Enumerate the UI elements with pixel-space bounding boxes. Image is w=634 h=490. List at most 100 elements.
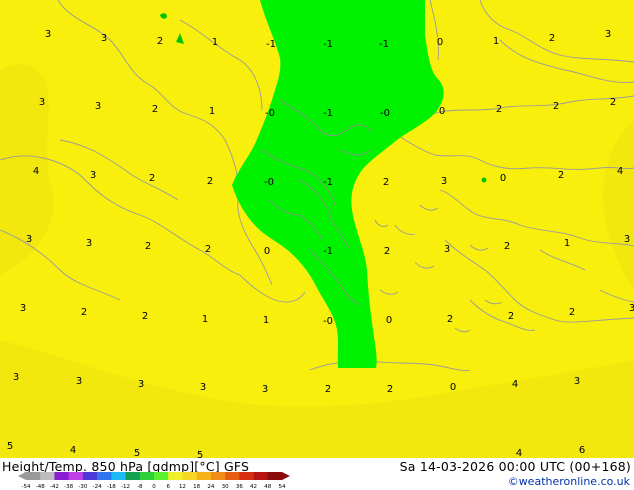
temperature-value-label: 2 bbox=[152, 104, 158, 115]
legend-swatch bbox=[253, 472, 269, 480]
legend-tick-label: -42 bbox=[50, 484, 59, 490]
legend-tick-label: 42 bbox=[250, 484, 257, 490]
legend-swatch bbox=[111, 472, 126, 480]
temperature-value-label: 3 bbox=[26, 234, 32, 245]
temperature-value-label: 0 bbox=[500, 173, 506, 184]
legend-swatch bbox=[182, 472, 197, 480]
legend-swatch bbox=[139, 472, 155, 480]
legend-tick-label: -48 bbox=[36, 484, 45, 490]
temperature-value-label: 2 bbox=[81, 307, 87, 318]
legend-swatch bbox=[168, 472, 183, 480]
footer: Height/Temp. 850 hPa [gdmp][°C] GFS Sa 1… bbox=[0, 458, 634, 490]
temperature-value-label: 2 bbox=[496, 104, 502, 115]
temperature-value-label: -1 bbox=[323, 246, 333, 257]
temperature-value-label: 2 bbox=[384, 246, 390, 257]
temperature-value-label: 3 bbox=[45, 29, 51, 40]
legend-tick-label: -24 bbox=[93, 484, 102, 490]
temperature-value-label: 2 bbox=[549, 33, 555, 44]
temperature-value-label: 2 bbox=[142, 311, 148, 322]
temperature-value-label: 3 bbox=[86, 238, 92, 249]
legend-tick-label: -8 bbox=[137, 484, 143, 490]
temperature-value-label: 2 bbox=[157, 36, 163, 47]
temperature-value-label: -1 bbox=[323, 108, 333, 119]
legend-swatch bbox=[196, 472, 212, 480]
legend-tick-label: 12 bbox=[179, 484, 186, 490]
temperature-value-label: 3 bbox=[101, 33, 107, 44]
legend-swatch bbox=[154, 472, 169, 480]
legend-tick-label: -30 bbox=[78, 484, 87, 490]
temperature-value-label: 2 bbox=[207, 176, 213, 187]
legend-swatch bbox=[97, 472, 112, 480]
temperature-value-label: 3 bbox=[262, 384, 268, 395]
temperature-value-label: 2 bbox=[149, 173, 155, 184]
temperature-value-label: 0 bbox=[439, 106, 445, 117]
temperature-value-label: 1 bbox=[209, 106, 215, 117]
temperature-value-label: -1 bbox=[323, 39, 333, 50]
temperature-value-label: 3 bbox=[76, 376, 82, 387]
zero-isotherm-blob bbox=[481, 177, 487, 183]
temperature-value-label: 2 bbox=[504, 241, 510, 252]
temperature-value-label: 4 bbox=[70, 445, 76, 456]
temperature-value-label: 2 bbox=[553, 101, 559, 112]
temperature-value-label: 4 bbox=[617, 166, 623, 177]
legend-tick-label: -38 bbox=[64, 484, 73, 490]
temperature-value-label: 1 bbox=[564, 238, 570, 249]
legend-tick-label: -54 bbox=[22, 484, 31, 490]
temperature-value-label: 0 bbox=[437, 37, 443, 48]
temperature-value-label: -1 bbox=[266, 39, 276, 50]
temperature-value-label: 0 bbox=[264, 246, 270, 257]
temperature-value-label: 3 bbox=[20, 303, 26, 314]
temperature-value-label: -1 bbox=[379, 39, 389, 50]
legend-tick-label: -18 bbox=[107, 484, 116, 490]
temperature-value-label: 3 bbox=[574, 376, 580, 387]
legend-swatch bbox=[210, 472, 226, 480]
legend-swatch bbox=[54, 472, 69, 480]
temperature-value-label: 3 bbox=[605, 29, 611, 40]
temperature-value-label: 5 bbox=[7, 441, 13, 452]
temperature-value-label: 0 bbox=[450, 382, 456, 393]
temperature-value-label: -0 bbox=[380, 108, 390, 119]
legend-arrow-left bbox=[18, 472, 26, 480]
temperature-value-label: 2 bbox=[569, 307, 575, 318]
temperature-value-label: 3 bbox=[138, 379, 144, 390]
temperature-value-label: 3 bbox=[624, 234, 630, 245]
temperature-value-label: -0 bbox=[265, 108, 275, 119]
legend-arrow-right bbox=[282, 472, 290, 480]
legend-tick-label: 30 bbox=[222, 484, 229, 490]
temperature-value-label: 2 bbox=[205, 244, 211, 255]
temperature-value-label: 2 bbox=[447, 314, 453, 325]
temperature-value-label: 1 bbox=[212, 37, 218, 48]
temperature-value-label: 5 bbox=[134, 448, 140, 458]
temperature-value-label: 3 bbox=[444, 244, 450, 255]
temperature-value-label: 4 bbox=[33, 166, 39, 177]
legend-tick-label: 6 bbox=[166, 484, 170, 490]
temperature-value-label: 3 bbox=[441, 176, 447, 187]
legend-swatch bbox=[125, 472, 141, 480]
temperature-map: 3 3 2 1 -1 -1 -1 0 1 2 3 3 3 2 1 -0 -1 -0 0 2 2 2 4 3 2 2 -0 -1 2 3 0 2… bbox=[0, 0, 634, 458]
temperature-value-label: 1 bbox=[263, 315, 269, 326]
legend-swatch bbox=[68, 472, 84, 480]
legend-swatch bbox=[267, 472, 283, 480]
legend-tick-label: 24 bbox=[207, 484, 214, 490]
credit-link[interactable]: ©weatheronline.co.uk bbox=[508, 475, 630, 488]
legend-swatch bbox=[225, 472, 240, 480]
legend-tick-label: 36 bbox=[236, 484, 243, 490]
legend-tick-label: 0 bbox=[152, 484, 156, 490]
legend-tick-label: 18 bbox=[193, 484, 200, 490]
temperature-value-label: 3 bbox=[90, 170, 96, 181]
color-legend: -54 -48 -42 -38 -30 -24 -18 -12 -8 0 6 12 18 24 30 36 42… bbox=[18, 472, 290, 490]
temperature-value-label: 1 bbox=[202, 314, 208, 325]
temperature-value-label: 4 bbox=[512, 379, 518, 390]
temperature-value-label: 3 bbox=[200, 382, 206, 393]
temperature-value-label: 3 bbox=[39, 97, 45, 108]
temperature-value-label: -0 bbox=[323, 316, 333, 327]
temperature-value-label: 2 bbox=[383, 177, 389, 188]
temperature-value-label: 3 bbox=[13, 372, 19, 383]
legend-tick-label: -12 bbox=[121, 484, 130, 490]
temperature-value-label: 2 bbox=[508, 311, 514, 322]
legend-swatch bbox=[40, 472, 55, 480]
temperature-value-label: 2 bbox=[610, 97, 616, 108]
temperature-value-label: 2 bbox=[145, 241, 151, 252]
temperature-value-label: 1 bbox=[493, 36, 499, 47]
temperature-value-label: -1 bbox=[323, 177, 333, 188]
